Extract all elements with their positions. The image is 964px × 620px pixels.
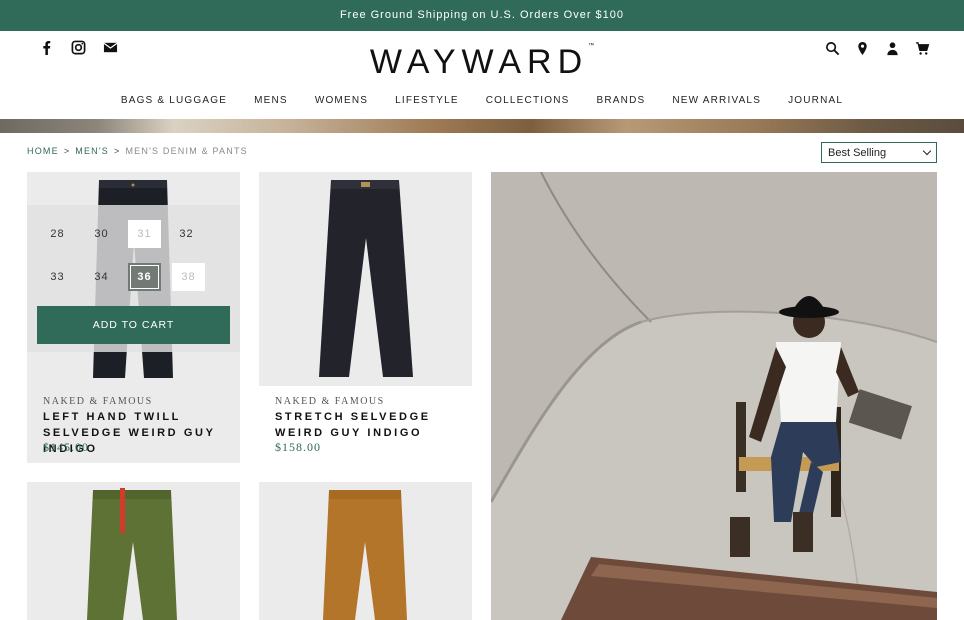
product-name[interactable]: STRETCH SELVEDGE WEIRD GUY INDIGO bbox=[275, 409, 465, 441]
utility-icons bbox=[824, 40, 930, 56]
breadcrumb: HOME > MEN'S > MEN'S DENIM & PANTS bbox=[27, 146, 248, 156]
promo-banner: Free Ground Shipping on U.S. Orders Over… bbox=[0, 0, 964, 31]
product-image bbox=[87, 488, 177, 620]
account-icon[interactable] bbox=[884, 40, 900, 56]
size-option-30[interactable]: 30 bbox=[85, 220, 118, 248]
breadcrumb-mens[interactable]: MEN'S bbox=[75, 146, 109, 156]
breadcrumb-home[interactable]: HOME bbox=[27, 146, 59, 156]
size-option-38: 38 bbox=[172, 263, 205, 291]
breadcrumb-current: MEN'S DENIM & PANTS bbox=[125, 146, 248, 156]
product-brand: NAKED & FAMOUS bbox=[43, 396, 153, 407]
chevron-down-icon bbox=[922, 146, 932, 156]
sort-select[interactable]: Best Selling bbox=[821, 142, 937, 163]
product-price: $145.00 bbox=[43, 440, 89, 454]
lifestyle-photo bbox=[491, 172, 937, 620]
breadcrumb-separator: > bbox=[114, 146, 121, 156]
nav-brands[interactable]: BRANDS bbox=[597, 95, 646, 106]
product-price: $158.00 bbox=[275, 440, 321, 454]
size-option-28[interactable]: 28 bbox=[41, 220, 74, 248]
breadcrumb-separator: > bbox=[63, 146, 71, 156]
logo-text: WAYWARD bbox=[369, 43, 589, 81]
logo-trademark: ™ bbox=[588, 43, 595, 49]
sort-value: Best Selling bbox=[828, 146, 887, 159]
product-card[interactable] bbox=[27, 482, 240, 620]
add-to-cart-button[interactable]: ADD TO CART bbox=[37, 306, 230, 344]
size-option-33[interactable]: 33 bbox=[41, 263, 74, 291]
product-card[interactable] bbox=[259, 172, 472, 386]
nav-womens[interactable]: WOMENS bbox=[315, 95, 368, 106]
nav-journal[interactable]: JOURNAL bbox=[788, 95, 843, 106]
hero-lifestyle-image[interactable] bbox=[491, 172, 937, 620]
nav-mens[interactable]: MENS bbox=[254, 95, 288, 106]
size-option-36[interactable]: 36 bbox=[128, 263, 161, 291]
nav-lifestyle[interactable]: LIFESTYLE bbox=[395, 95, 459, 106]
nav-bags-luggage[interactable]: BAGS & LUGGAGE bbox=[121, 95, 227, 106]
location-pin-icon[interactable] bbox=[854, 40, 870, 56]
nav-new-arrivals[interactable]: NEW ARRIVALS bbox=[672, 95, 761, 106]
main-nav: BAGS & LUGGAGE MENS WOMENS LIFESTYLE COL… bbox=[0, 95, 964, 106]
wayward-logo[interactable]: WAYWARD™ bbox=[0, 43, 964, 82]
cart-icon[interactable] bbox=[914, 40, 930, 56]
product-image bbox=[319, 180, 413, 377]
nav-collections[interactable]: COLLECTIONS bbox=[486, 95, 570, 106]
search-icon[interactable] bbox=[824, 40, 840, 56]
product-card[interactable] bbox=[259, 482, 472, 620]
site-header: WAYWARD™ BAGS & LUGGAGE MENS WOMENS LIFE… bbox=[0, 31, 964, 119]
product-brand: NAKED & FAMOUS bbox=[275, 396, 385, 407]
hero-banner-strip bbox=[0, 119, 964, 133]
size-option-31: 31 bbox=[128, 220, 161, 248]
size-option-34[interactable]: 34 bbox=[85, 263, 118, 291]
product-image bbox=[323, 490, 407, 620]
size-option-32[interactable]: 32 bbox=[170, 220, 203, 248]
